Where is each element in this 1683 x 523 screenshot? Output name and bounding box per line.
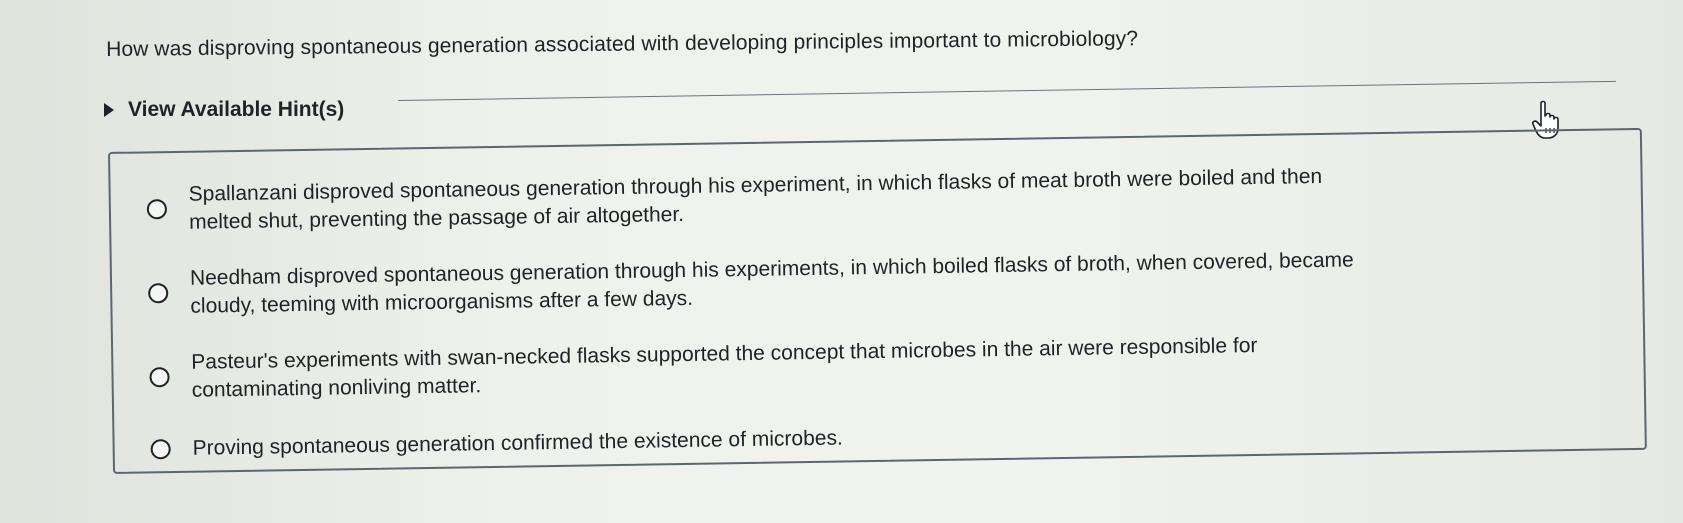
- answer-option-text: Proving spontaneous generation confirmed…: [192, 414, 1492, 462]
- view-hints-label: View Available Hint(s): [128, 98, 345, 121]
- answer-option-4[interactable]: Proving spontaneous generation confirmed…: [150, 414, 1492, 463]
- question-text: How was disproving spontaneous generatio…: [106, 27, 1139, 61]
- answer-option-text: Needham disproved spontaneous generation…: [190, 244, 1491, 320]
- answer-option-text: Pasteur's experiments with swan-necked f…: [191, 328, 1492, 404]
- radio-button[interactable]: [146, 199, 168, 220]
- answer-option-text: Spallanzani disproved spontaneous genera…: [188, 160, 1489, 236]
- radio-button[interactable]: [148, 283, 169, 304]
- answer-option-line: Proving spontaneous generation confirmed…: [192, 426, 843, 460]
- answer-option-1[interactable]: Spallanzani disproved spontaneous genera…: [146, 160, 1489, 237]
- radio-button[interactable]: [149, 367, 170, 388]
- answer-option-2[interactable]: Needham disproved spontaneous generation…: [148, 244, 1491, 321]
- view-hints-toggle[interactable]: View Available Hint(s): [104, 98, 344, 122]
- page-background: How was disproving spontaneous generatio…: [0, 0, 1683, 523]
- caret-right-icon: [104, 103, 114, 117]
- answer-option-3[interactable]: Pasteur's experiments with swan-necked f…: [149, 328, 1492, 405]
- radio-button[interactable]: [150, 439, 171, 460]
- answer-options-group: Spallanzani disproved spontaneous genera…: [108, 127, 1647, 474]
- hint-divider: [398, 80, 1616, 101]
